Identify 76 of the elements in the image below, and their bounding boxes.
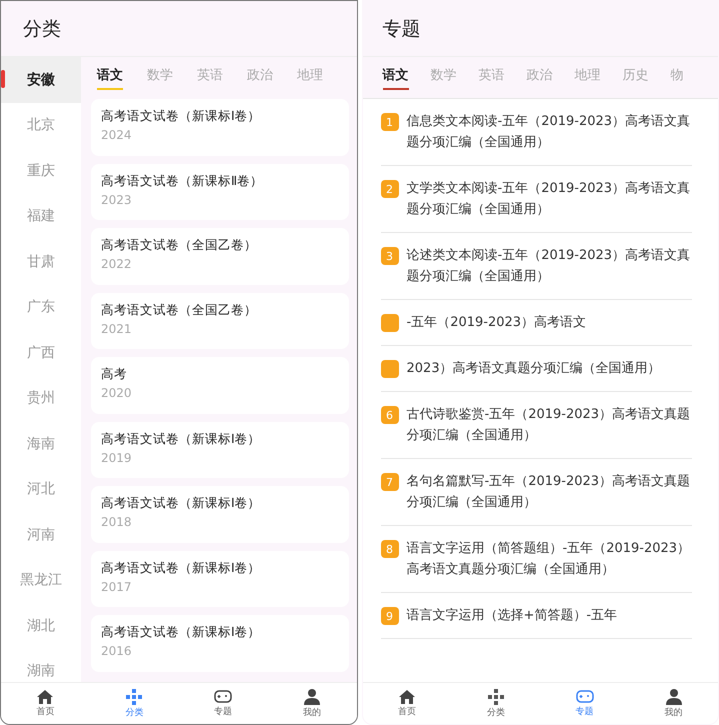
topic-title: -五年（2019-2023）高考语文 bbox=[406, 314, 586, 332]
topic-row[interactable]: 8 语言文字运用（简答题组）-五年（2019-2023）高考语文真题分项汇编（全国通用） bbox=[380, 526, 692, 593]
paper-year: 2016 bbox=[101, 644, 133, 658]
nav-tab[interactable]: 我的 bbox=[268, 683, 356, 724]
cross-icon bbox=[488, 688, 504, 704]
paper-title: 高考语文试卷（新课标Ⅰ卷） bbox=[101, 495, 262, 512]
paper-year: 2023 bbox=[101, 192, 133, 206]
paper-title: 高考语文试卷（新课标Ⅱ卷） bbox=[101, 172, 264, 190]
paper-title: 高考 bbox=[101, 366, 128, 383]
paper-year: 2021 bbox=[101, 322, 133, 336]
paper-title: 高考语文试卷（全国乙卷） bbox=[101, 302, 258, 318]
topic-row[interactable]: 2 文学类文本阅读-五年（2019-2023）高考语文真题分项汇编（全国通用） bbox=[380, 166, 692, 233]
topic-title: 信息类文本阅读-五年（2019-2023）高考语文真题分项汇编（全国通用） bbox=[406, 113, 692, 152]
rank-badge: 9 bbox=[380, 607, 398, 625]
topic-title: 古代诗歌鉴赏-五年（2019-2023）高考语文真题分项汇编（全国通用） bbox=[406, 406, 692, 445]
paper-title: 高考语文试卷（新课标Ⅰ卷） bbox=[101, 430, 262, 448]
paper-card[interactable]: 高考语文试卷（新课标Ⅰ卷） 2016 bbox=[91, 615, 348, 672]
paper-year: 2022 bbox=[101, 257, 133, 271]
paper-card[interactable]: 高考语文试卷（新课标Ⅰ卷） 2017 bbox=[91, 550, 348, 607]
topic-row[interactable]: 1 信息类文本阅读-五年（2019-2023）高考语文真题分项汇编（全国通用） bbox=[380, 99, 692, 166]
gamepad-icon bbox=[576, 690, 594, 704]
topic-row[interactable]: 9 语言文字运用（选择+简答题）-五年 bbox=[380, 593, 692, 639]
province-item[interactable]: 安徽 bbox=[1, 57, 81, 102]
nav-tab[interactable]: 分类 bbox=[451, 683, 540, 724]
page-title: 分类 bbox=[23, 16, 61, 42]
page-title: 专题 bbox=[382, 16, 420, 42]
paper-card[interactable]: 高考语文试卷（新课标Ⅰ卷） 2024 bbox=[91, 99, 348, 156]
paper-card[interactable]: 高考语文试卷（新课标Ⅱ卷） 2023 bbox=[91, 164, 348, 220]
paper-year: 2017 bbox=[101, 580, 133, 594]
rank-badge bbox=[380, 314, 398, 332]
user-icon bbox=[304, 688, 320, 704]
rank-badge: 3 bbox=[380, 247, 398, 265]
topic-title: 2023）高考语文真题分项汇编（全国通用） bbox=[406, 360, 661, 378]
topic-title: 论述类文本阅读-五年（2019-2023）高考语文真题分项汇编（全国通用） bbox=[406, 247, 692, 286]
topic-row[interactable]: 7 名句名篇默写-五年（2019-2023）高考语文真题分项汇编（全国通用） bbox=[380, 459, 692, 526]
topic-title: 文学类文本阅读-五年（2019-2023）高考语文真题分项汇编（全国通用） bbox=[406, 180, 692, 219]
paper-year: 2020 bbox=[101, 386, 133, 400]
nav-tab[interactable]: 首页 bbox=[362, 683, 452, 724]
paper-title: 高考语文试卷（新课标Ⅰ卷） bbox=[101, 560, 262, 576]
user-icon bbox=[666, 688, 682, 704]
topic-row[interactable]: 6 古代诗歌鉴赏-五年（2019-2023）高考语文真题分项汇编（全国通用） bbox=[380, 392, 692, 459]
rank-badge: 7 bbox=[380, 473, 398, 491]
topic-row[interactable]: 3 论述类文本阅读-五年（2019-2023）高考语文真题分项汇编（全国通用） bbox=[380, 233, 692, 300]
subject-tab[interactable]: 语文 bbox=[382, 66, 408, 90]
subject-tab[interactable]: 语文 bbox=[97, 66, 123, 90]
paper-card[interactable]: 高考 2020 bbox=[91, 357, 348, 414]
home-icon bbox=[37, 690, 54, 704]
paper-title: 高考语文试卷（全国乙卷） bbox=[101, 237, 258, 254]
topic-title: 语言文字运用（简答题组）-五年（2019-2023）高考语文真题分项汇编（全国通用） bbox=[406, 540, 692, 579]
gamepad-icon bbox=[214, 690, 232, 704]
nav-tab[interactable]: 专题 bbox=[178, 683, 268, 724]
paper-card[interactable]: 高考语文试卷（新课标Ⅰ卷） 2018 bbox=[91, 486, 348, 542]
paper-title: 高考语文试卷（新课标Ⅰ卷） bbox=[101, 624, 262, 641]
nav-tab[interactable]: 我的 bbox=[629, 683, 718, 724]
topic-row[interactable]: -五年（2019-2023）高考语文 bbox=[380, 300, 692, 346]
paper-card[interactable]: 高考语文试卷（全国乙卷） 2022 bbox=[91, 228, 348, 284]
selection-bar bbox=[1, 70, 5, 88]
rank-badge bbox=[380, 360, 398, 378]
rank-badge: 8 bbox=[380, 540, 398, 558]
cross-icon bbox=[126, 688, 142, 704]
topic-title: 语言文字运用（选择+简答题）-五年 bbox=[406, 607, 618, 625]
paper-year: 2018 bbox=[101, 515, 133, 529]
paper-year: 2019 bbox=[101, 450, 133, 464]
topic-title: 名句名篇默写-五年（2019-2023）高考语文真题分项汇编（全国通用） bbox=[406, 473, 692, 512]
paper-title: 高考语文试卷（新课标Ⅰ卷） bbox=[101, 108, 262, 125]
rank-badge: 1 bbox=[380, 113, 398, 131]
nav-tab[interactable]: 专题 bbox=[540, 683, 630, 724]
paper-card[interactable]: 高考语文试卷（全国乙卷） 2021 bbox=[91, 292, 348, 349]
home-icon bbox=[398, 690, 415, 704]
rank-badge: 6 bbox=[380, 406, 398, 424]
nav-tab[interactable]: 分类 bbox=[90, 683, 179, 724]
nav-tab[interactable]: 首页 bbox=[1, 683, 90, 724]
paper-year: 2024 bbox=[101, 128, 133, 142]
paper-card[interactable]: 高考语文试卷（新课标Ⅰ卷） 2019 bbox=[91, 422, 348, 478]
rank-badge: 2 bbox=[380, 180, 398, 198]
topic-row[interactable]: 2023）高考语文真题分项汇编（全国通用） bbox=[380, 346, 692, 392]
